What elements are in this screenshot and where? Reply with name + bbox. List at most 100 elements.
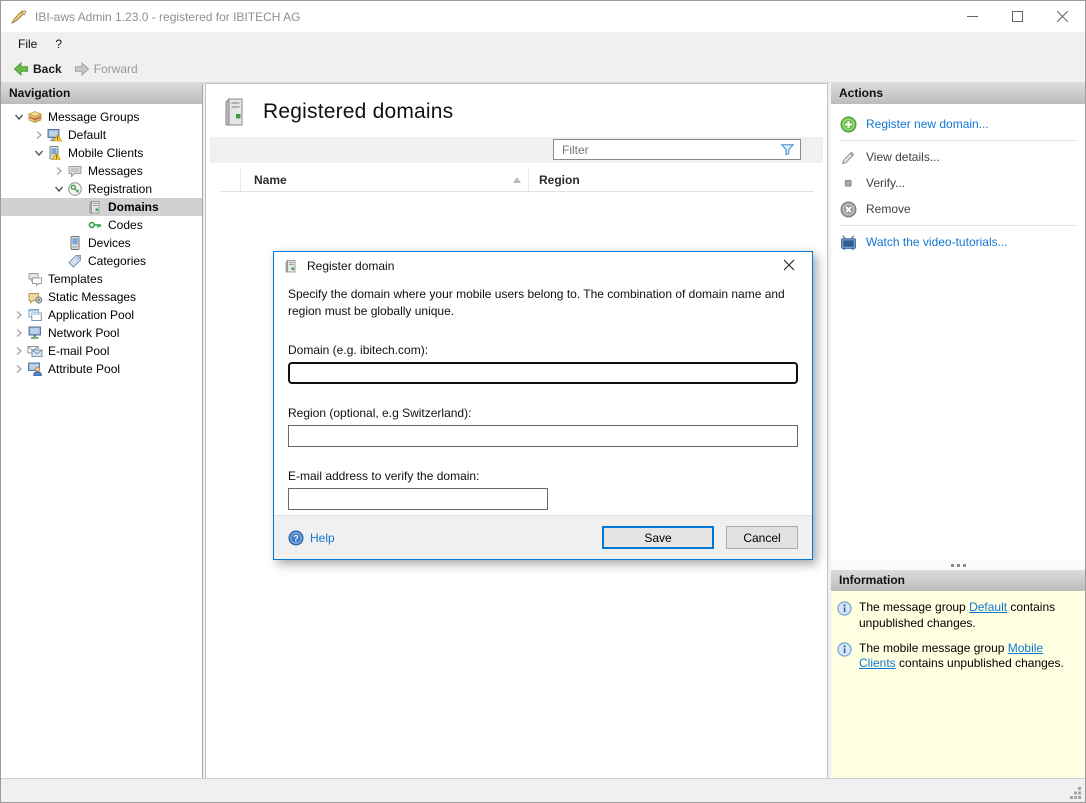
sidebar-item-codes[interactable]: Codes	[1, 216, 202, 234]
attribute-pool-icon	[27, 361, 43, 377]
info-icon	[837, 642, 852, 657]
cancel-button[interactable]: Cancel	[726, 526, 798, 549]
chevron-down-icon[interactable]	[11, 109, 27, 125]
dialog-close-button[interactable]	[775, 258, 803, 275]
chevron-down-icon[interactable]	[31, 145, 47, 161]
filter-input[interactable]	[553, 139, 801, 160]
domain-field-label: Domain (e.g. ibitech.com):	[288, 342, 429, 357]
close-icon	[1057, 11, 1068, 22]
maximize-button[interactable]	[995, 1, 1040, 32]
tree-item-label: Mobile Clients	[68, 146, 144, 160]
domain-field[interactable]	[287, 360, 799, 385]
sort-ascending-icon	[513, 176, 521, 183]
chevron-right-icon[interactable]	[11, 343, 27, 359]
expander-placeholder	[11, 289, 27, 305]
sidebar-item-messages[interactable]: Messages	[1, 162, 202, 180]
info-icon	[837, 601, 852, 616]
static-messages-icon	[27, 289, 43, 305]
minimize-icon	[967, 16, 978, 17]
email-pool-icon	[27, 343, 43, 359]
action-label: Verify...	[866, 176, 906, 190]
status-bar	[1, 778, 1085, 802]
navigation-panel: Navigation Message Groups Default Mobile…	[1, 83, 203, 779]
tree-item-label: Attribute Pool	[48, 362, 121, 376]
chevron-right-icon[interactable]	[31, 127, 47, 143]
dialog-title: Register domain	[307, 259, 395, 273]
page-title: Registered domains	[263, 100, 454, 123]
add-circle-icon	[840, 116, 857, 132]
chevron-right-icon[interactable]	[51, 163, 67, 179]
actions-panel-header: Actions	[831, 83, 1085, 104]
filter-funnel-icon[interactable]	[780, 142, 795, 157]
column-header-name[interactable]: Name	[241, 168, 528, 191]
tree-item-label: Messages	[88, 164, 143, 178]
messages-icon	[67, 163, 83, 179]
tree-item-label: Categories	[88, 254, 147, 268]
sidebar-item-message-groups[interactable]: Message Groups	[1, 108, 202, 126]
action-verify[interactable]: Verify...	[831, 170, 1085, 196]
column-label: Region	[539, 172, 580, 187]
back-arrow-icon	[13, 61, 28, 77]
tree-item-label: Message Groups	[48, 110, 140, 124]
tree-item-label: Default	[68, 128, 107, 142]
title-bar: IBI-aws Admin 1.23.0 - registered for IB…	[1, 1, 1085, 32]
action-label: Register new domain...	[866, 117, 989, 131]
minimize-button[interactable]	[950, 1, 995, 32]
expander-placeholder	[71, 199, 87, 215]
chevron-right-icon[interactable]	[11, 325, 27, 341]
sidebar-item-templates[interactable]: Templates	[1, 270, 202, 288]
region-field[interactable]	[288, 424, 798, 447]
sidebar-item-default[interactable]: Default	[1, 126, 202, 144]
action-watch-video-tutorials[interactable]: Watch the video-tutorials...	[831, 229, 1085, 255]
filter-bar	[210, 137, 823, 163]
forward-arrow-icon	[74, 61, 89, 77]
chevron-down-icon[interactable]	[51, 181, 67, 197]
sidebar-item-static-messages[interactable]: Static Messages	[1, 288, 202, 306]
sidebar-item-categories[interactable]: Categories	[1, 252, 202, 270]
expander-placeholder	[51, 253, 67, 269]
default-group-link[interactable]: Default	[969, 600, 1007, 614]
dialog-description: Specify the domain where your mobile use…	[288, 287, 785, 319]
email-field[interactable]	[288, 487, 548, 510]
domains-icon	[87, 199, 103, 215]
chevron-right-icon[interactable]	[11, 361, 27, 377]
sidebar-item-mobile-clients[interactable]: Mobile Clients	[1, 144, 202, 162]
dialog-title-bar: Register domain	[274, 252, 812, 280]
email-field-label: E-mail address to verify the domain:	[288, 468, 480, 483]
tree-item-label: Static Messages	[48, 290, 137, 304]
info-text-suffix: contains unpublished changes.	[895, 656, 1064, 671]
sidebar-item-network-pool[interactable]: Network Pool	[1, 324, 202, 342]
tree-item-label: Domains	[108, 200, 159, 214]
help-icon: ?	[288, 530, 304, 545]
menu-file[interactable]: File	[9, 34, 46, 54]
forward-button[interactable]: Forward	[68, 59, 144, 79]
network-pool-icon	[27, 325, 43, 341]
sidebar-item-email-pool[interactable]: E-mail Pool	[1, 342, 202, 360]
forward-label: Forward	[93, 62, 138, 76]
tree-item-label: Application Pool	[48, 308, 135, 322]
sidebar-item-domains[interactable]: Domains	[1, 198, 202, 216]
separator	[839, 140, 1077, 141]
tree-item-label: Network Pool	[48, 326, 120, 340]
chevron-right-icon[interactable]	[11, 307, 27, 323]
column-header-region[interactable]: Region	[528, 168, 814, 191]
action-remove[interactable]: Remove	[831, 196, 1085, 222]
sidebar-item-devices[interactable]: Devices	[1, 234, 202, 252]
close-button[interactable]	[1040, 1, 1085, 32]
sidebar-item-application-pool[interactable]: Application Pool	[1, 306, 202, 324]
sidebar-item-attribute-pool[interactable]: Attribute Pool	[1, 360, 202, 378]
devices-icon	[67, 235, 83, 251]
help-link[interactable]: ? Help	[288, 530, 335, 546]
save-button[interactable]: Save	[602, 526, 714, 549]
panel-splitter-handle[interactable]	[831, 560, 1085, 570]
navigation-toolbar: Back Forward	[1, 56, 1085, 83]
back-button[interactable]: Back	[7, 59, 68, 79]
action-register-new-domain[interactable]: Register new domain...	[831, 111, 1085, 137]
sidebar-item-registration[interactable]: Registration	[1, 180, 202, 198]
info-item-mobile-clients: The mobile message group Mobile Clients …	[837, 641, 1079, 673]
window-title: IBI-aws Admin 1.23.0 - registered for IB…	[35, 9, 301, 24]
action-view-details[interactable]: View details...	[831, 144, 1085, 170]
codes-icon	[87, 217, 103, 233]
menu-help[interactable]: ?	[46, 34, 71, 54]
resize-grip[interactable]	[1069, 786, 1082, 799]
